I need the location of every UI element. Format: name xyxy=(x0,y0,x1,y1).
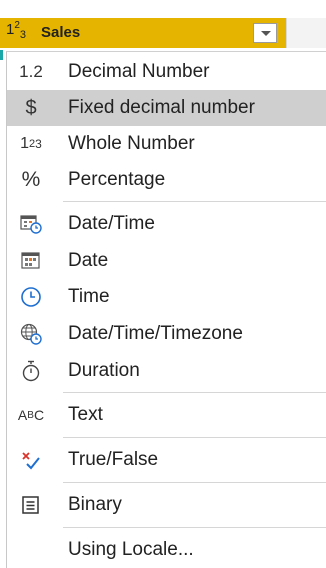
menu-item-label: Time xyxy=(68,286,110,307)
menu-item-date[interactable]: Date xyxy=(7,243,326,279)
menu-item-label: True/False xyxy=(68,449,159,470)
menu-separator xyxy=(63,482,326,483)
globe-clock-icon xyxy=(13,316,49,352)
binary-doc-icon xyxy=(13,487,49,523)
clock-icon xyxy=(13,279,49,315)
menu-item-label: Date xyxy=(68,250,109,271)
menu-item-time[interactable]: Time xyxy=(7,279,326,315)
whole-number-icon: 123 xyxy=(20,135,42,152)
menu-item-using-locale[interactable]: Using Locale... xyxy=(7,532,326,568)
true-false-icon xyxy=(13,442,49,478)
menu-item-decimal-number[interactable]: 1.2 Decimal Number xyxy=(7,54,326,90)
text-abc-icon: ABC xyxy=(17,407,45,423)
menu-item-label: Date/Time/Timezone xyxy=(68,323,243,344)
calendar-icon xyxy=(13,243,49,279)
menu-item-label: Whole Number xyxy=(68,133,195,154)
menu-item-label: Duration xyxy=(68,360,140,381)
menu-item-whole-number[interactable]: 123 Whole Number xyxy=(7,126,326,162)
menu-separator xyxy=(63,437,326,438)
menu-item-label: Decimal Number xyxy=(68,61,210,82)
menu-item-percentage[interactable]: % Percentage xyxy=(7,162,326,198)
decimal-icon: 1.2 xyxy=(19,62,43,81)
menu-separator xyxy=(63,392,326,393)
menu-item-date-time[interactable]: Date/Time xyxy=(7,206,326,242)
percent-icon: % xyxy=(21,168,41,191)
column-name: Sales xyxy=(41,24,81,41)
menu-item-label: Text xyxy=(68,404,103,425)
column-quality-marker xyxy=(0,50,3,60)
menu-item-label: Percentage xyxy=(68,169,166,190)
dollar-icon: $ xyxy=(25,96,37,119)
menu-item-binary[interactable]: Binary xyxy=(7,487,326,523)
menu-item-label: Fixed decimal number xyxy=(68,97,255,118)
column-header[interactable]: 123 Sales xyxy=(0,0,326,52)
menu-item-label: Using Locale... xyxy=(68,539,194,560)
menu-item-true-false[interactable]: True/False xyxy=(7,442,326,478)
menu-item-text[interactable]: ABC Text xyxy=(7,397,326,433)
stopwatch-icon xyxy=(13,353,49,389)
column-filter-dropdown-button[interactable] xyxy=(253,23,277,43)
data-type-menu: 1.2 Decimal Number $ Fixed decimal numbe… xyxy=(6,51,326,568)
menu-item-date-time-timezone[interactable]: Date/Time/Timezone xyxy=(7,316,326,352)
menu-item-duration[interactable]: Duration xyxy=(7,353,326,389)
datetime-icon xyxy=(13,206,49,242)
menu-item-fixed-decimal-number[interactable]: $ Fixed decimal number xyxy=(7,90,326,126)
whole-number-icon[interactable]: 123 xyxy=(6,20,26,41)
menu-separator xyxy=(63,527,326,528)
menu-separator xyxy=(63,201,326,202)
menu-item-label: Binary xyxy=(68,494,122,515)
next-column-cell xyxy=(286,18,326,48)
menu-item-label: Date/Time xyxy=(68,213,155,234)
